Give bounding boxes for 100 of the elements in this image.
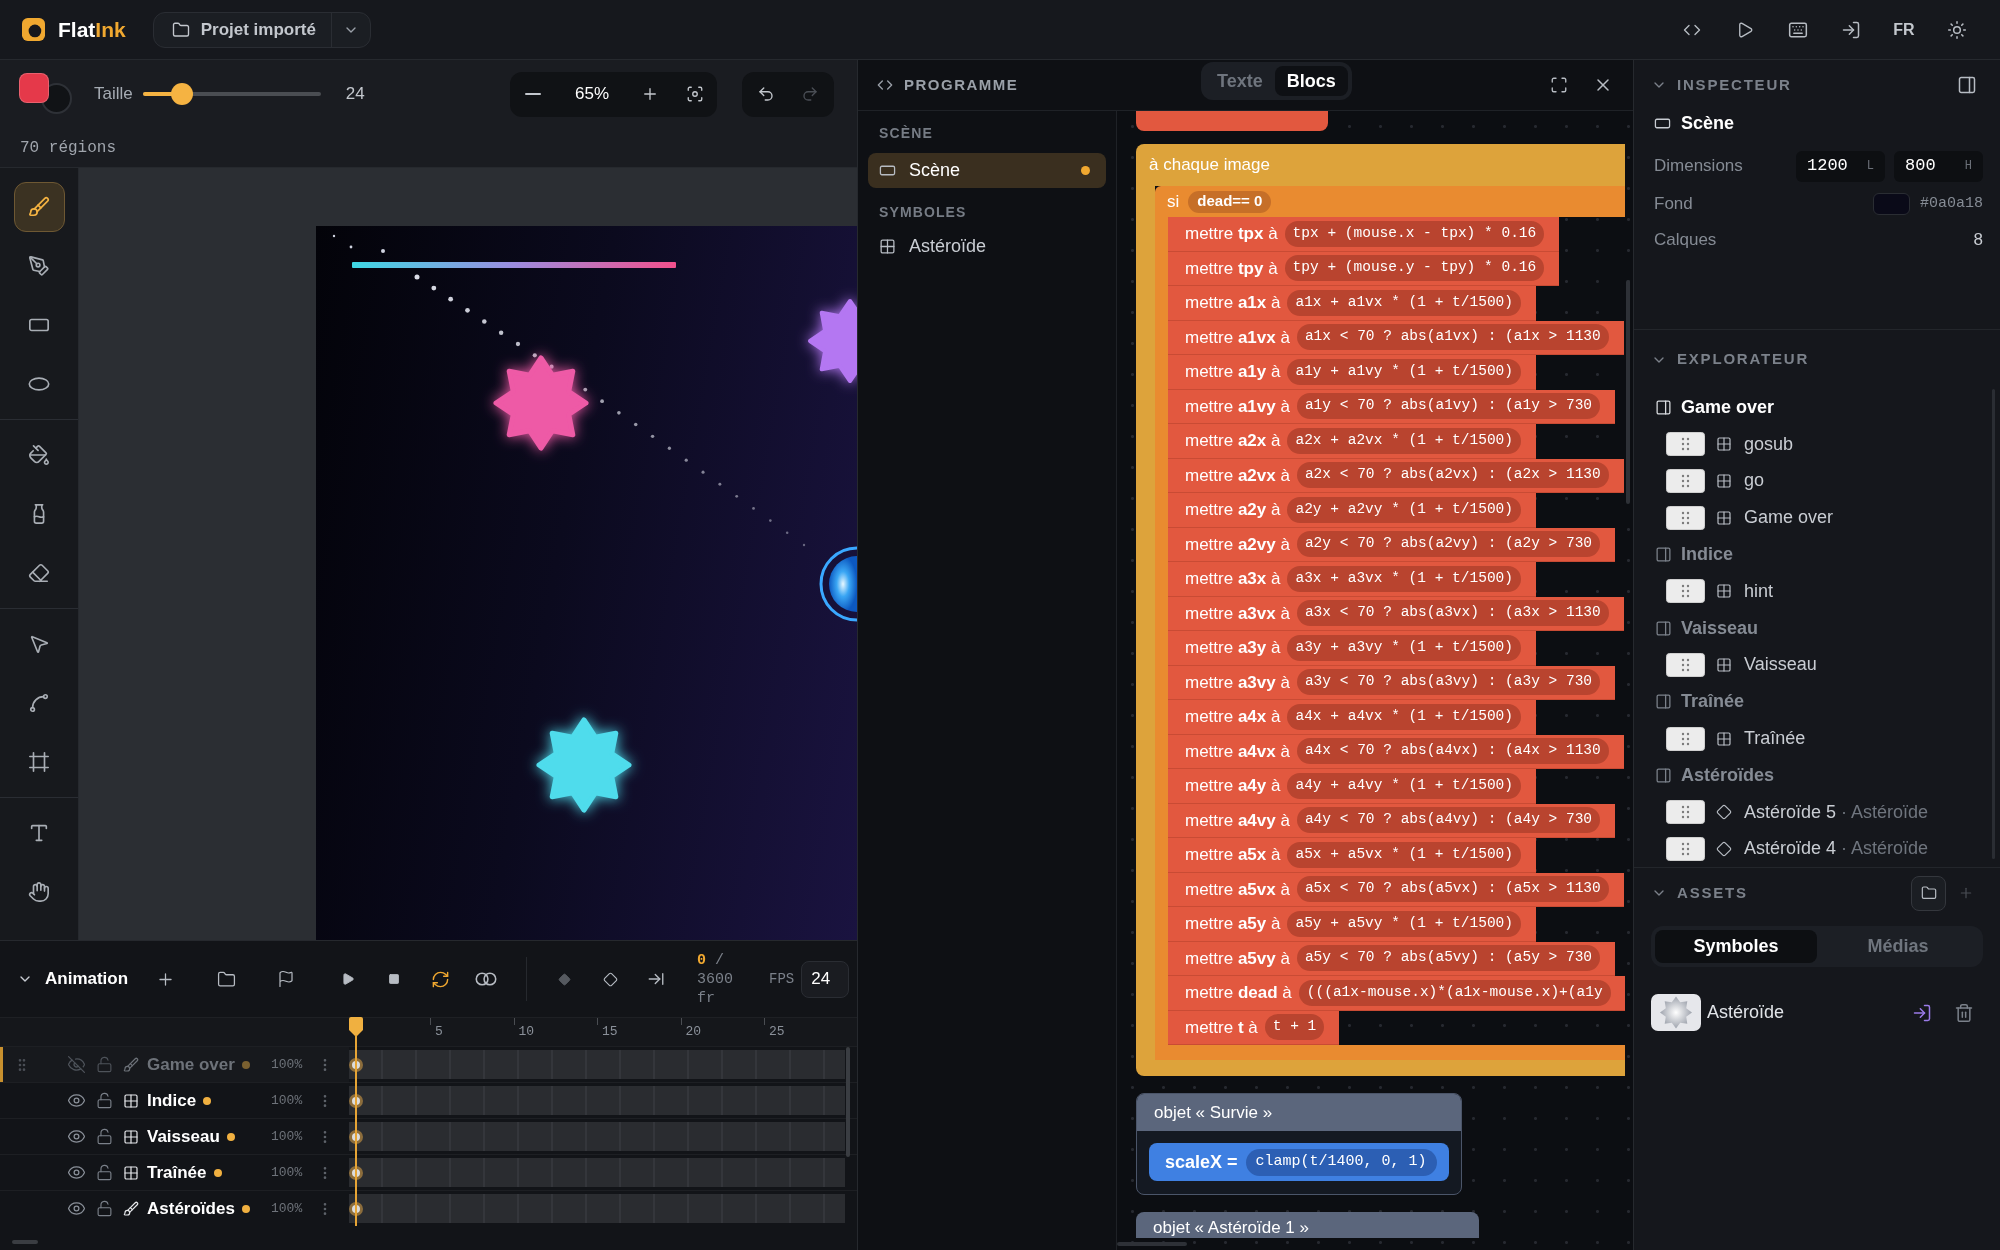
- code-block[interactable]: mettre a1x à a1x + a1vx * (1 + t/1500): [1168, 286, 1536, 321]
- tree-item[interactable]: hint: [1634, 573, 2000, 610]
- code-block[interactable]: mettre a5y à a5y + a5vy * (1 + t/1500): [1168, 907, 1536, 942]
- unlocked-icon[interactable]: [96, 1128, 113, 1145]
- fps-field[interactable]: 24: [801, 960, 850, 998]
- code-block[interactable]: mettre tpy à tpy + (mouse.y - tpy) * 0.16: [1168, 251, 1560, 286]
- expression-field[interactable]: a5y + a5vy * (1 + t/1500): [1287, 910, 1521, 937]
- tree-item[interactable]: gosub: [1634, 425, 2000, 463]
- folder-button[interactable]: [1911, 875, 1946, 911]
- expression-field[interactable]: a3y < 70 ? abs(a3vy) : (a3y > 730: [1296, 669, 1601, 696]
- expression-field[interactable]: a1x < 70 ? abs(a1vx) : (a1x > 1130: [1296, 324, 1609, 351]
- object-block[interactable]: objet « Astéroïde 1 »: [1136, 1212, 1479, 1238]
- expression-field[interactable]: tpy + (mouse.y - tpy) * 0.16: [1284, 255, 1545, 282]
- tree-item[interactable]: Astéroïdes: [1634, 756, 2000, 794]
- expression-field[interactable]: a2x < 70 ? abs(a2vx) : (a2x > 1130: [1296, 462, 1609, 489]
- code-block[interactable]: mettre a1vx à a1x < 70 ? abs(a1vx) : (a1x > 1130: [1168, 320, 1624, 355]
- tree-item[interactable]: Game over: [1634, 499, 2000, 537]
- playhead[interactable]: [349, 1017, 363, 1226]
- code-block[interactable]: mettre a3vx à a3x < 70 ? abs(a3vx) : (a3x > 1130: [1168, 596, 1624, 631]
- expression-field[interactable]: a1y < 70 ? abs(a1vy) : (a1y > 730: [1296, 393, 1601, 420]
- expression-field[interactable]: clamp(t/1400, 0, 1): [1245, 1148, 1437, 1176]
- sidebar-item[interactable]: Scène: [868, 153, 1106, 188]
- drag-handle-icon[interactable]: [1666, 579, 1705, 604]
- code-block[interactable]: mettre tpx à tpx + (mouse.x - tpx) * 0.16: [1168, 217, 1560, 252]
- tree-item[interactable]: Vaisseau: [1634, 609, 2000, 647]
- unlocked-icon[interactable]: [96, 1200, 113, 1217]
- expression-field[interactable]: t + 1: [1264, 1014, 1325, 1041]
- code-block[interactable]: mettre a3vy à a3y < 70 ? abs(a3vy) : (a3y > 730: [1168, 665, 1616, 700]
- import-icon[interactable]: [1912, 1002, 1932, 1023]
- code-block[interactable]: mettre a3y à a3y + a3vy * (1 + t/1500): [1168, 631, 1536, 666]
- expression-field[interactable]: a3x + a3vx * (1 + t/1500): [1287, 565, 1521, 592]
- layer-row[interactable]: Game over 100%: [0, 1047, 349, 1082]
- expression-field[interactable]: a4y + a4vy * (1 + t/1500): [1287, 772, 1521, 799]
- code-block[interactable]: mettre a2vy à a2y < 70 ? abs(a2vy) : (a2y > 730: [1168, 527, 1616, 562]
- project-button[interactable]: Projet importé: [153, 12, 331, 47]
- code-block[interactable]: mettre a5vy à a5y < 70 ? abs(a5vy) : (a5y > 730: [1168, 941, 1616, 976]
- number-field[interactable]: 1200 L: [1796, 150, 1885, 182]
- expression-field[interactable]: a4x + a4vx * (1 + t/1500): [1287, 703, 1521, 730]
- scrollbar[interactable]: [1117, 1242, 1187, 1246]
- eye-icon[interactable]: [67, 1199, 86, 1218]
- layer-row[interactable]: Astéroïdes 100%: [0, 1191, 349, 1226]
- code-block[interactable]: mettre a1y à a1y + a1vy * (1 + t/1500): [1168, 355, 1536, 390]
- tree-item[interactable]: Traînée: [1634, 720, 2000, 757]
- asset-tab[interactable]: Symboles: [1655, 930, 1817, 963]
- expression-field[interactable]: a3y + a3vy * (1 + t/1500): [1287, 634, 1521, 661]
- eye-icon[interactable]: [67, 1091, 86, 1110]
- color-swatch[interactable]: [1873, 193, 1910, 215]
- expression-field[interactable]: a5x + a5vx * (1 + t/1500): [1287, 841, 1521, 868]
- code-block[interactable]: mettre a2vx à a2x < 70 ? abs(a2vx) : (a2x > 1130: [1168, 458, 1624, 493]
- expression-field[interactable]: a2y < 70 ? abs(a2vy) : (a2y > 730: [1296, 531, 1601, 558]
- tree-item[interactable]: Traînée: [1634, 683, 2000, 721]
- eye-icon[interactable]: [67, 1163, 86, 1182]
- view-tab[interactable]: Texte: [1205, 66, 1275, 96]
- expression-field[interactable]: a1y + a1vy * (1 + t/1500): [1287, 358, 1521, 385]
- code-block[interactable]: mettre a3x à a3x + a3vx * (1 + t/1500): [1168, 562, 1536, 597]
- drag-handle-icon[interactable]: [1666, 836, 1705, 861]
- expression-field[interactable]: (((a1x-mouse.x)*(a1x-mouse.x)+(a1y: [1298, 979, 1611, 1006]
- code-block[interactable]: mettre a1vy à a1y < 70 ? abs(a1vy) : (a1y > 730: [1168, 389, 1616, 424]
- code-block[interactable]: mettre a2x à a2x + a2vx * (1 + t/1500): [1168, 424, 1536, 459]
- expression-field[interactable]: a2x + a2vx * (1 + t/1500): [1287, 427, 1521, 454]
- drag-handle-icon[interactable]: [1666, 505, 1705, 530]
- code-block[interactable]: mettre a5x à a5x + a5vx * (1 + t/1500): [1168, 838, 1536, 873]
- object-block[interactable]: objet « Survie » scaleX = clamp(t/1400, 0, 1): [1136, 1093, 1462, 1195]
- scrollbar[interactable]: [1626, 280, 1630, 504]
- expression-field[interactable]: a4x < 70 ? abs(a4vx) : (a4x > 1130: [1296, 738, 1609, 765]
- trash-icon[interactable]: [1954, 1002, 1974, 1023]
- drag-handle-icon[interactable]: [1666, 800, 1705, 825]
- expression-field[interactable]: a4y < 70 ? abs(a4vy) : (a4y > 730: [1296, 807, 1601, 834]
- expression-field[interactable]: a5x < 70 ? abs(a5vx) : (a5x > 1130: [1296, 876, 1609, 903]
- code-block[interactable]: scaleX = clamp(t/1400, 0, 1): [1149, 1143, 1449, 1181]
- code-block[interactable]: mettre a4x à a4x + a4vx * (1 + t/1500): [1168, 700, 1536, 735]
- code-block[interactable]: mettre a5vx à a5x < 70 ? abs(a5vx) : (a5x > 1130: [1168, 872, 1624, 907]
- unlocked-icon[interactable]: [96, 1092, 113, 1109]
- expression-field[interactable]: a5y < 70 ? abs(a5vy) : (a5y > 730: [1296, 945, 1601, 972]
- expression-field[interactable]: a3x < 70 ? abs(a3vx) : (a3x > 1130: [1296, 600, 1609, 627]
- size-slider[interactable]: [142, 83, 321, 105]
- drag-handle-icon[interactable]: [1666, 652, 1705, 677]
- number-field[interactable]: 800 H: [1894, 150, 1983, 182]
- asset-item[interactable]: Astéroïde: [1634, 994, 2000, 1031]
- drag-handle-icon[interactable]: [1666, 726, 1705, 751]
- code-block[interactable]: mettre a2y à a2y + a2vy * (1 + t/1500): [1168, 493, 1536, 528]
- layer-row[interactable]: Traînée 100%: [0, 1155, 349, 1190]
- asset-tab[interactable]: Médias: [1817, 930, 1979, 963]
- expression-field[interactable]: tpx + (mouse.x - tpx) * 0.16: [1284, 220, 1545, 247]
- drag-handle-icon[interactable]: [1666, 432, 1705, 457]
- tree-item[interactable]: Astéroïde 4 · Astéroïde: [1634, 830, 2000, 867]
- drag-handle-icon[interactable]: [1666, 469, 1705, 493]
- tree-item[interactable]: go: [1634, 462, 2000, 500]
- code-block[interactable]: mettre dead à (((a1x-mouse.x)*(a1x-mouse.x)+(a1y: [1168, 976, 1625, 1011]
- panel-icon[interactable]: [1957, 75, 1977, 95]
- layer-row[interactable]: Vaisseau 100%: [0, 1119, 349, 1154]
- scrollbar[interactable]: [12, 1240, 38, 1244]
- code-block[interactable]: mettre a4vy à a4y < 70 ? abs(a4vy) : (a4y > 730: [1168, 803, 1616, 838]
- expression-field[interactable]: a1x + a1vx * (1 + t/1500): [1287, 289, 1521, 316]
- sidebar-item[interactable]: Astéroïde: [868, 229, 1106, 264]
- tree-item[interactable]: Vaisseau: [1634, 646, 2000, 684]
- layer-row[interactable]: Indice 100%: [0, 1083, 349, 1118]
- tree-item[interactable]: Indice: [1634, 536, 2000, 573]
- eye-icon[interactable]: [67, 1127, 86, 1146]
- condition-field[interactable]: dead== 0: [1188, 190, 1272, 213]
